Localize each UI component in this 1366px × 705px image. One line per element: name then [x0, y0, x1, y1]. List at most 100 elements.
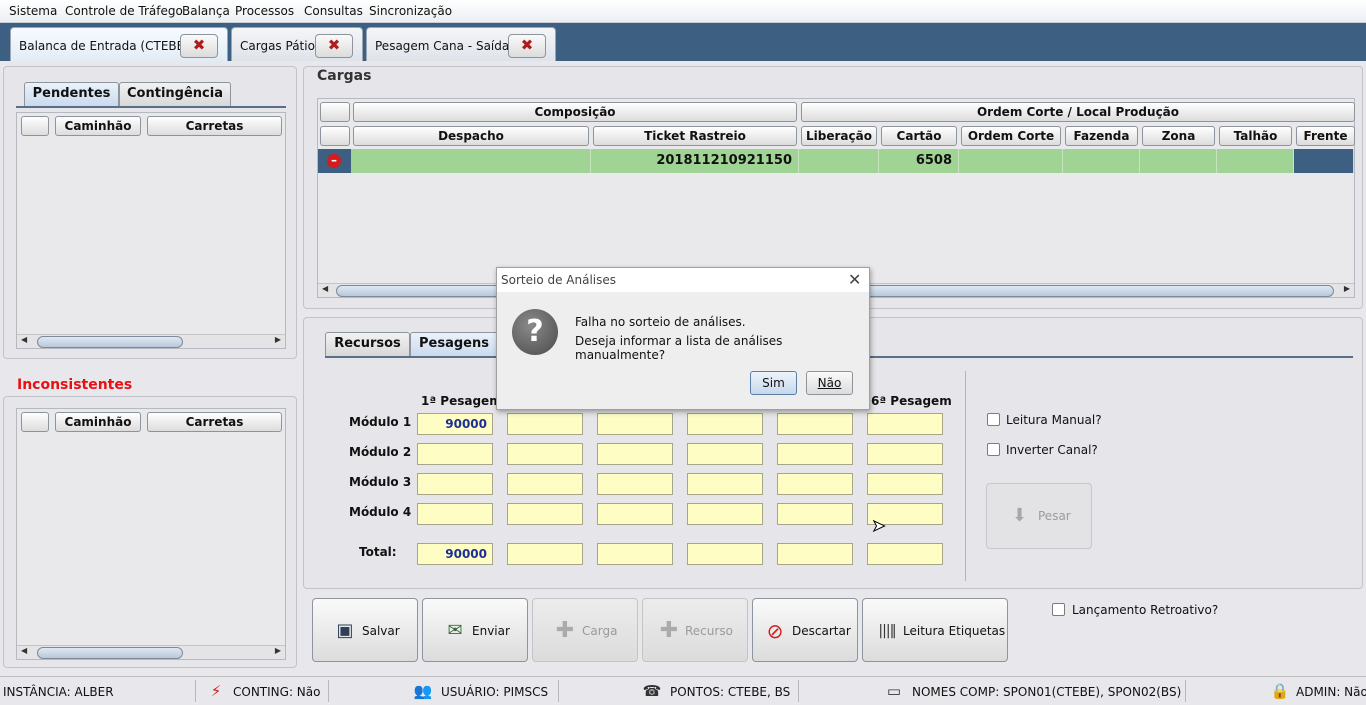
- scroll-left-icon[interactable]: ◀: [21, 335, 27, 344]
- weight-input-m3-p1[interactable]: [417, 473, 493, 495]
- menu-controle-trafego[interactable]: Controle de Tráfego: [65, 4, 183, 18]
- weight-input-m1-p4[interactable]: [687, 413, 763, 435]
- weight-input-m1-p6[interactable]: [867, 413, 943, 435]
- column-header-despacho[interactable]: Despacho: [353, 126, 589, 146]
- weight-input-m3-p5[interactable]: [777, 473, 853, 495]
- total-input-p2[interactable]: [507, 543, 583, 565]
- column-header-blank[interactable]: [320, 126, 350, 146]
- sim-button[interactable]: Sim: [750, 371, 797, 395]
- cell-frente[interactable]: [1294, 149, 1354, 173]
- tab-contingencia[interactable]: Contingência: [119, 82, 231, 106]
- tab-cargas-patio[interactable]: Cargas Pátio ✖: [231, 27, 363, 61]
- tab-pesagem-cana-saida[interactable]: Pesagem Cana - Saída ✖: [366, 27, 556, 61]
- close-icon[interactable]: ✕: [848, 270, 861, 289]
- weight-input-m3-p6[interactable]: [867, 473, 943, 495]
- column-header-ticket[interactable]: Ticket Rastreio: [593, 126, 797, 146]
- column-header-carretas[interactable]: Carretas: [147, 116, 282, 136]
- close-icon[interactable]: ✖: [508, 34, 546, 58]
- weight-input-m1-p2[interactable]: [507, 413, 583, 435]
- inconsistentes-list[interactable]: Caminhão Carretas ◀ ▶: [16, 408, 286, 660]
- weight-input-m2-p2[interactable]: [507, 443, 583, 465]
- recurso-button[interactable]: ✚ Recurso: [642, 598, 748, 662]
- column-header-ordem-corte[interactable]: Ordem Corte: [961, 126, 1061, 146]
- pendentes-list[interactable]: Caminhão Carretas ◀ ▶: [16, 112, 286, 349]
- tab-recursos[interactable]: Recursos: [325, 332, 410, 356]
- cell-fazenda[interactable]: [1063, 149, 1140, 173]
- total-input-p6[interactable]: [867, 543, 943, 565]
- nao-button[interactable]: Não: [806, 371, 853, 395]
- carga-button[interactable]: ✚ Carga: [532, 598, 638, 662]
- weight-input-m2-p6[interactable]: [867, 443, 943, 465]
- weight-input-m1-p5[interactable]: [777, 413, 853, 435]
- enviar-button[interactable]: ✉ Enviar: [422, 598, 528, 662]
- horizontal-scrollbar[interactable]: ◀ ▶: [17, 645, 285, 659]
- cell-ordem-corte[interactable]: [959, 149, 1063, 173]
- tab-balanca-entrada[interactable]: Balanca de Entrada (CTEBE) ✖: [10, 27, 228, 61]
- column-header-fazenda[interactable]: Fazenda: [1065, 126, 1138, 146]
- column-header-caminhao[interactable]: Caminhão: [55, 116, 141, 136]
- close-icon[interactable]: ✖: [315, 34, 353, 58]
- group-header-ordem-corte[interactable]: Ordem Corte / Local Produção: [801, 102, 1355, 122]
- scroll-left-icon[interactable]: ◀: [322, 284, 328, 293]
- cell-zona[interactable]: [1140, 149, 1217, 173]
- pesar-button[interactable]: ⬇ Pesar: [986, 483, 1092, 549]
- cell-talhao[interactable]: [1217, 149, 1294, 173]
- total-input-p4[interactable]: [687, 543, 763, 565]
- column-header-blank[interactable]: [320, 102, 350, 122]
- column-header-select[interactable]: [21, 412, 49, 432]
- column-header-liberacao[interactable]: Liberação: [801, 126, 877, 146]
- scroll-left-icon[interactable]: ◀: [21, 646, 27, 655]
- leitura-manual-checkbox[interactable]: [987, 413, 1000, 426]
- column-header-talhao[interactable]: Talhão: [1219, 126, 1292, 146]
- salvar-button[interactable]: ▣ Salvar: [312, 598, 418, 662]
- scroll-right-icon[interactable]: ▶: [275, 335, 281, 344]
- weight-input-m2-p4[interactable]: [687, 443, 763, 465]
- close-icon[interactable]: ✖: [180, 34, 218, 58]
- lancamento-retroativo-checkbox[interactable]: [1052, 603, 1065, 616]
- total-input-p5[interactable]: [777, 543, 853, 565]
- descartar-button[interactable]: ⊘ Descartar: [752, 598, 858, 662]
- horizontal-scrollbar[interactable]: ◀ ▶: [17, 334, 285, 348]
- weight-input-m4-p3[interactable]: [597, 503, 673, 525]
- scroll-right-icon[interactable]: ▶: [1344, 284, 1350, 293]
- total-input-p1[interactable]: 90000: [417, 543, 493, 565]
- column-header-cartao[interactable]: Cartão: [881, 126, 957, 146]
- weight-input-m4-p4[interactable]: [687, 503, 763, 525]
- row-selector[interactable]: –: [318, 149, 351, 173]
- tab-pendentes[interactable]: Pendentes: [24, 82, 119, 106]
- scrollbar-thumb[interactable]: [37, 336, 183, 348]
- total-input-p3[interactable]: [597, 543, 673, 565]
- menu-sistema[interactable]: Sistema: [9, 4, 57, 18]
- weight-input-m4-p2[interactable]: [507, 503, 583, 525]
- weight-input-m1-p1[interactable]: 90000: [417, 413, 493, 435]
- menu-sincronizacao[interactable]: Sincronização: [369, 4, 452, 18]
- cell-cartao[interactable]: 6508: [879, 149, 959, 173]
- weight-input-m2-p1[interactable]: [417, 443, 493, 465]
- weight-input-m3-p2[interactable]: [507, 473, 583, 495]
- weight-input-m1-p3[interactable]: [597, 413, 673, 435]
- menu-processos[interactable]: Processos: [235, 4, 294, 18]
- weight-input-m2-p5[interactable]: [777, 443, 853, 465]
- tab-pesagens[interactable]: Pesagens: [410, 332, 498, 356]
- weight-input-m4-p1[interactable]: [417, 503, 493, 525]
- column-header-select[interactable]: [21, 116, 49, 136]
- column-header-carretas[interactable]: Carretas: [147, 412, 282, 432]
- group-header-composicao[interactable]: Composição: [353, 102, 797, 122]
- weight-input-m3-p3[interactable]: [597, 473, 673, 495]
- inverter-canal-checkbox[interactable]: [987, 443, 1000, 456]
- weight-input-m2-p3[interactable]: [597, 443, 673, 465]
- cell-despacho[interactable]: [351, 149, 591, 173]
- column-header-frente[interactable]: Frente: [1296, 126, 1355, 146]
- leitura-etiquetas-button[interactable]: |||‖ Leitura Etiquetas: [862, 598, 1008, 662]
- menu-consultas[interactable]: Consultas: [304, 4, 363, 18]
- menu-balanca[interactable]: Balança: [182, 4, 230, 18]
- column-header-zona[interactable]: Zona: [1142, 126, 1215, 146]
- remove-icon[interactable]: –: [327, 154, 341, 168]
- weight-input-m3-p4[interactable]: [687, 473, 763, 495]
- column-header-caminhao[interactable]: Caminhão: [55, 412, 141, 432]
- weight-input-m4-p5[interactable]: [777, 503, 853, 525]
- scroll-right-icon[interactable]: ▶: [275, 646, 281, 655]
- cell-ticket[interactable]: 201811210921150: [591, 149, 799, 173]
- cell-liberacao[interactable]: [799, 149, 879, 173]
- scrollbar-thumb[interactable]: [37, 647, 183, 659]
